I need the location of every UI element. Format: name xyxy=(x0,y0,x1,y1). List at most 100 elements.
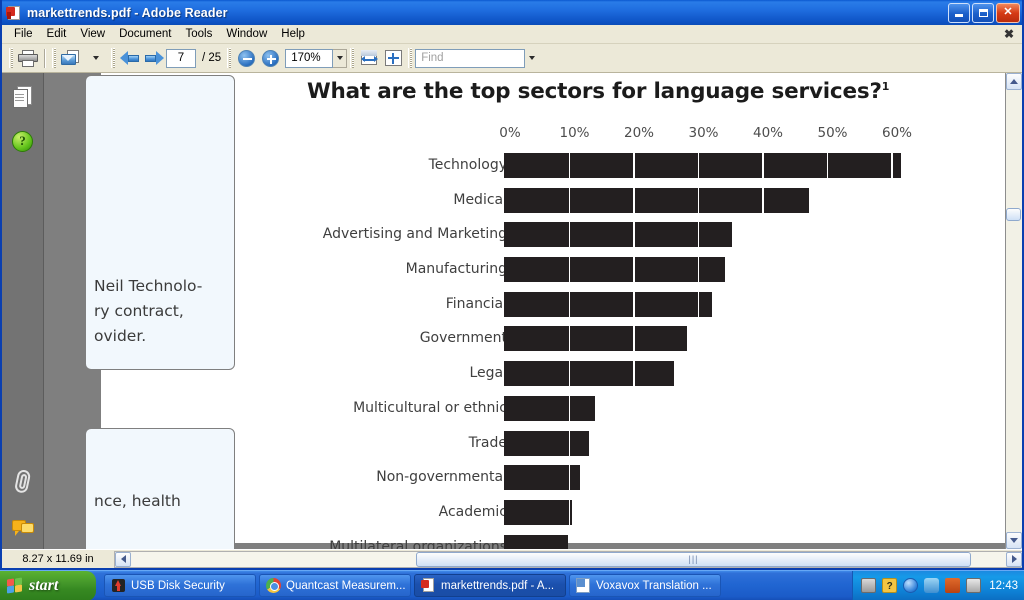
chart-bar xyxy=(504,534,568,549)
clock[interactable]: 12:43 xyxy=(989,580,1018,592)
toolbar-grip[interactable] xyxy=(52,48,56,68)
chart-bar xyxy=(504,257,726,283)
category-label: Legal xyxy=(469,365,507,382)
email-icon xyxy=(61,49,82,67)
menu-help[interactable]: Help xyxy=(274,27,312,41)
keyboard-icon[interactable] xyxy=(861,578,877,593)
menu-window[interactable]: Window xyxy=(219,27,274,41)
zoom-level-input[interactable]: 170% xyxy=(285,48,334,68)
page-total-label: / 25 xyxy=(202,52,222,64)
taskbar-item-label: Quantcast Measurem... xyxy=(286,579,406,592)
taskbar-item-label: markettrends.pdf - A... xyxy=(441,579,555,592)
chart-row: Financial xyxy=(249,291,1005,327)
horizontal-scroll-thumb[interactable]: ||| xyxy=(416,551,971,567)
menu-file[interactable]: File xyxy=(7,27,40,41)
find-dropdown-icon[interactable] xyxy=(529,56,536,60)
category-label: Advertising and Marketing xyxy=(322,226,507,243)
category-label: Government xyxy=(419,330,507,347)
callout-text: Neil Technolo- ry contract, ovider. xyxy=(94,277,203,345)
title-bar[interactable]: markettrends.pdf - Adobe Reader ✕ xyxy=(2,0,1022,25)
pages-icon xyxy=(12,86,33,108)
minus-circle-icon xyxy=(237,49,255,67)
chart-gridline xyxy=(633,222,635,248)
chart-title: What are the top sectors for language se… xyxy=(307,79,889,104)
scroll-thumb-grip: ||| xyxy=(688,554,699,564)
scroll-right-button[interactable] xyxy=(1006,551,1022,567)
scroll-up-button[interactable] xyxy=(1006,73,1022,90)
x-axis-tick-label: 0% xyxy=(499,125,521,141)
menu-tools[interactable]: Tools xyxy=(179,27,220,41)
minimize-button[interactable] xyxy=(948,2,970,23)
chart-row: Medical xyxy=(249,187,1005,223)
email-dropdown[interactable] xyxy=(84,46,108,70)
restore-button[interactable] xyxy=(972,2,994,23)
vertical-scrollbar[interactable] xyxy=(1005,73,1022,549)
toolbar-grip[interactable] xyxy=(350,48,355,68)
menu-view[interactable]: View xyxy=(73,27,112,41)
category-label: Medical xyxy=(453,191,507,208)
start-button[interactable]: start xyxy=(0,570,96,600)
zoom-out-button[interactable] xyxy=(234,46,258,70)
find-input[interactable]: Find xyxy=(415,48,526,68)
display-icon[interactable] xyxy=(966,578,982,593)
menu-edit[interactable]: Edit xyxy=(40,27,74,41)
taskbar-item[interactable]: Quantcast Measurem... xyxy=(259,574,411,597)
toolbar-grip[interactable] xyxy=(9,48,13,68)
toolbar-grip[interactable] xyxy=(408,48,413,68)
zoom-dropdown-button[interactable] xyxy=(333,48,348,68)
taskbar-item[interactable]: USB Disk Security xyxy=(104,574,256,597)
chart-bar xyxy=(504,430,590,456)
chart-bar xyxy=(504,222,732,248)
vertical-scroll-track[interactable] xyxy=(1006,90,1022,532)
sidebar-item-attachments[interactable] xyxy=(8,467,38,497)
close-button[interactable]: ✕ xyxy=(996,2,1020,23)
fit-width-button[interactable] xyxy=(357,46,381,70)
chart-bar xyxy=(504,291,712,317)
chart-gridline xyxy=(568,187,570,213)
chart-x-axis: 0% 10% 20% 30% 40% 50% 60% xyxy=(249,125,1005,145)
sidebar-item-comments[interactable] xyxy=(8,511,38,541)
horizontal-scrollbar[interactable]: ||| xyxy=(114,550,1022,568)
print-button[interactable] xyxy=(16,46,40,70)
chart-gridline xyxy=(568,361,570,387)
chart-gridline xyxy=(568,430,570,456)
category-label: Trade xyxy=(468,434,507,451)
chart-row: Legal xyxy=(249,361,1005,396)
category-label: Financial xyxy=(445,295,507,312)
scroll-down-button[interactable] xyxy=(1006,532,1022,549)
user-icon[interactable] xyxy=(924,578,940,593)
chart-gridline xyxy=(568,153,570,178)
chart-gridline xyxy=(568,499,570,525)
chart-gridline xyxy=(697,222,699,248)
zoom-in-button[interactable] xyxy=(258,46,282,70)
menu-document[interactable]: Document xyxy=(112,27,178,41)
taskbar-item[interactable]: Voxavox Translation ... xyxy=(569,574,721,597)
chart-gridline xyxy=(891,153,893,178)
sidebar-item-howto[interactable]: ? xyxy=(8,126,38,156)
taskbar-item[interactable]: markettrends.pdf - A... xyxy=(414,574,566,597)
document-viewport[interactable]: Neil Technolo- ry contract, ovider. nce,… xyxy=(44,73,1005,549)
sidebar-item-pages[interactable] xyxy=(8,82,38,112)
media-icon[interactable] xyxy=(903,578,919,593)
x-axis-tick-label: 60% xyxy=(881,125,913,141)
paperclip-icon xyxy=(10,468,35,496)
close-document-icon[interactable]: ✖ xyxy=(1004,27,1014,41)
chart-gridline xyxy=(633,187,635,213)
vertical-scroll-thumb[interactable] xyxy=(1006,208,1021,221)
scroll-left-button[interactable] xyxy=(115,551,131,567)
help-icon[interactable]: ? xyxy=(882,578,898,593)
network-icon[interactable] xyxy=(945,578,961,593)
x-axis-tick-label: 10% xyxy=(559,125,590,141)
chart-gridline xyxy=(633,326,635,352)
previous-page-button[interactable] xyxy=(118,46,142,70)
email-button[interactable] xyxy=(59,46,84,70)
toolbar-grip[interactable] xyxy=(111,48,115,68)
toolbar-grip[interactable] xyxy=(227,48,232,68)
chart-gridline xyxy=(633,153,635,178)
next-page-button[interactable] xyxy=(142,46,166,70)
chart-gridline xyxy=(762,153,764,178)
toolbar: 7 / 25 170% Find xyxy=(2,44,1022,73)
horizontal-scroll-track[interactable]: ||| xyxy=(131,551,1006,567)
page-number-input[interactable]: 7 xyxy=(166,48,196,68)
fit-page-button[interactable] xyxy=(381,46,405,70)
